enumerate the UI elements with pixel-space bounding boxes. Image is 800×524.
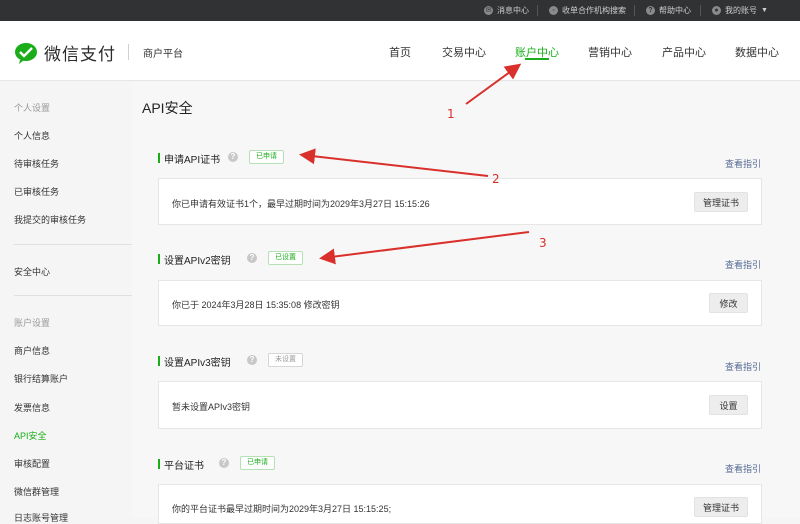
top-bar: ✉ 消息中心 ◦ 收单合作机构搜索 ? 帮助中心 ● 我的账号 ▼	[0, 0, 800, 21]
sidebar-divider	[14, 295, 132, 296]
sidebar-item-security-center[interactable]: 安全中心	[14, 265, 50, 278]
manage-platform-cert-button[interactable]: 管理证书	[693, 497, 748, 517]
section-title-apiv2: 设置APIv2密钥	[164, 256, 231, 267]
status-badge: 未设置	[268, 353, 303, 367]
status-badge: 已申请	[240, 456, 275, 470]
section-description: 你已申请有效证书1个，最早过期时间为2029年3月27日 15:15:26	[172, 199, 430, 209]
help-icon[interactable]: ?	[247, 253, 257, 263]
page-title: API安全	[142, 100, 193, 116]
header: 微信支付 商户平台 首页 交易中心 账户中心 营销中心 产品中心 数据中心	[0, 21, 800, 81]
help-icon[interactable]: ?	[219, 458, 229, 468]
section-card-apiv2: 你已于 2024年3月28日 15:35:08 修改密钥 修改	[158, 280, 762, 326]
sidebar-item-api-security[interactable]: API安全	[14, 429, 47, 442]
sidebar-item-pending-review[interactable]: 待审核任务	[14, 157, 59, 170]
divider	[700, 5, 701, 16]
section-card-api-cert: 你已申请有效证书1个，最早过期时间为2029年3月27日 15:15:26 管理…	[158, 178, 762, 225]
annotation-number-3: 3	[539, 236, 547, 250]
wechat-pay-logo-icon	[15, 42, 37, 64]
view-guide-link[interactable]: 查看指引	[725, 360, 761, 373]
help-icon[interactable]: ?	[228, 152, 238, 162]
section-card-apiv3: 暂未设置APIv3密钥 设置	[158, 381, 762, 429]
brand-name: 微信支付	[44, 45, 116, 64]
sidebar-item-bank-account[interactable]: 银行结算账户	[14, 372, 68, 385]
section-marker	[158, 356, 160, 366]
section-title-api-cert: 申请API证书	[164, 155, 221, 166]
status-badge: 已设置	[268, 251, 303, 265]
section-marker	[158, 459, 160, 469]
view-guide-link[interactable]: 查看指引	[725, 462, 761, 475]
section-description: 暂未设置APIv3密钥	[172, 402, 251, 412]
sidebar-group-personal: 个人设置	[14, 103, 51, 113]
message-center-link[interactable]: ✉ 消息中心	[484, 5, 529, 16]
divider	[128, 44, 129, 60]
view-guide-link[interactable]: 查看指引	[725, 258, 761, 271]
section-card-platform-cert: 你的平台证书最早过期时间为2029年3月27日 15:15:25; 管理证书	[158, 484, 762, 524]
nav-active-underline	[525, 58, 549, 60]
set-key-button[interactable]: 设置	[709, 395, 748, 415]
help-center-label: 帮助中心	[659, 6, 691, 15]
caret-down-icon: ▼	[761, 7, 768, 14]
section-description: 你的平台证书最早过期时间为2029年3月27日 15:15:25;	[172, 504, 392, 514]
user-icon: ●	[712, 6, 721, 15]
help-icon: ?	[646, 6, 655, 15]
sidebar-item-my-submitted[interactable]: 我提交的审核任务	[14, 213, 86, 226]
nav-marketing-center[interactable]: 营销中心	[588, 44, 632, 60]
sidebar-item-reviewed[interactable]: 已审核任务	[14, 185, 59, 198]
status-badge: 已申请	[249, 150, 284, 164]
sidebar-item-wechat-group[interactable]: 微信群管理	[14, 485, 59, 498]
sidebar	[0, 82, 132, 518]
nav-data-center[interactable]: 数据中心	[735, 44, 779, 60]
mail-icon: ✉	[484, 6, 493, 15]
manage-cert-button[interactable]: 管理证书	[693, 192, 748, 212]
modify-key-button[interactable]: 修改	[709, 293, 748, 313]
sidebar-item-merchant-info[interactable]: 商户信息	[14, 344, 50, 357]
annotation-number-1: 1	[447, 107, 455, 121]
view-guide-link[interactable]: 查看指引	[725, 157, 761, 170]
section-description: 你已于 2024年3月28日 15:35:08 修改密钥	[172, 300, 340, 310]
my-account-menu[interactable]: ● 我的账号 ▼	[712, 5, 768, 16]
help-icon[interactable]: ?	[247, 355, 257, 365]
divider	[537, 5, 538, 16]
divider	[634, 5, 635, 16]
section-marker	[158, 254, 160, 264]
message-center-label: 消息中心	[497, 6, 529, 15]
section-title-apiv3: 设置APIv3密钥	[164, 358, 231, 369]
nav-product-center[interactable]: 产品中心	[662, 44, 706, 60]
sidebar-group-account: 账户设置	[14, 318, 51, 328]
brand-logo[interactable]: 微信支付	[14, 40, 116, 65]
section-marker	[158, 153, 160, 163]
my-account-label: 我的账号	[725, 6, 757, 15]
sidebar-item-personal-info[interactable]: 个人信息	[14, 129, 50, 142]
partner-search-link[interactable]: ◦ 收单合作机构搜索	[549, 5, 626, 16]
nav-home[interactable]: 首页	[389, 44, 411, 60]
nav-trade-center[interactable]: 交易中心	[442, 44, 486, 60]
sidebar-item-review-config[interactable]: 审核配置	[14, 457, 50, 470]
annotation-number-2: 2	[492, 172, 500, 186]
brand-sub: 商户平台	[143, 49, 183, 60]
partner-search-label: 收单合作机构搜索	[562, 6, 626, 15]
help-center-link[interactable]: ? 帮助中心	[646, 5, 691, 16]
sidebar-item-invoice-info[interactable]: 发票信息	[14, 401, 50, 414]
search-icon: ◦	[549, 6, 558, 15]
sidebar-divider	[14, 244, 132, 245]
section-title-platform-cert: 平台证书	[164, 461, 204, 472]
